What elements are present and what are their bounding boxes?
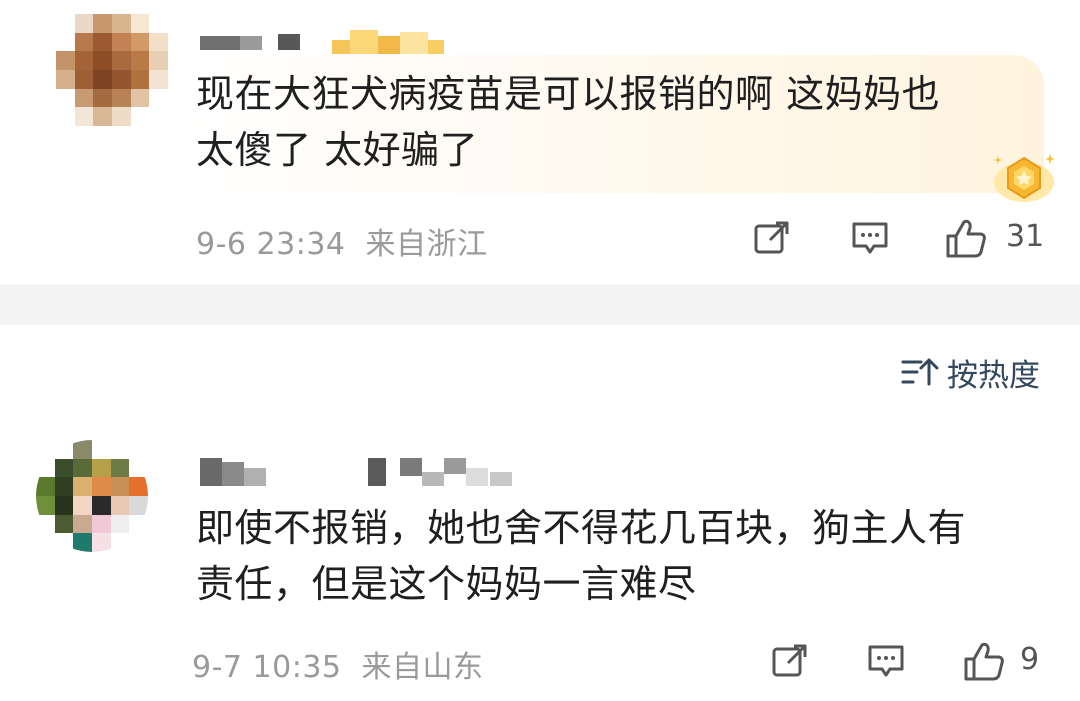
gold-badge-icon	[994, 154, 1055, 202]
share-icon[interactable]	[752, 218, 792, 258]
avatar-mosaic	[36, 440, 148, 552]
comment-text-line: 即使不报销，她也舍不得花几百块，狗主人有	[196, 506, 967, 550]
sort-icon	[901, 358, 939, 386]
like-icon[interactable]	[944, 216, 988, 260]
comment-text-line: 责任，但是这个妈妈一言难尽	[196, 562, 697, 606]
sort-label: 按热度	[947, 357, 1040, 394]
share-icon[interactable]	[770, 641, 810, 681]
like-count: 9	[1020, 642, 1040, 677]
comment-time: 9-7 10:35	[192, 650, 342, 685]
comment-text-line: 现在大狂犬病疫苗是可以报销的啊 这妈妈也	[196, 72, 941, 116]
comment-meta: 9-6 23:34 来自浙江	[196, 219, 488, 263]
like-count: 31	[1006, 219, 1045, 254]
avatar-mosaic	[56, 14, 168, 126]
avatar[interactable]	[56, 14, 168, 126]
like-icon[interactable]	[962, 639, 1006, 683]
username-redacted[interactable]	[200, 458, 520, 486]
comment-location: 来自浙江	[365, 227, 488, 262]
sort-by-heat-button[interactable]: 按热度	[901, 350, 1040, 394]
avatar[interactable]	[36, 440, 148, 552]
comment-time: 9-6 23:34	[196, 227, 346, 262]
comment-icon[interactable]	[850, 218, 890, 258]
comment-meta: 9-7 10:35 来自山东	[192, 642, 484, 686]
username-redacted[interactable]	[200, 28, 450, 54]
comment-text[interactable]: 即使不报销，她也舍不得花几百块，狗主人有 责任，但是这个妈妈一言难尽	[196, 500, 1056, 612]
comment-location: 来自山东	[361, 650, 484, 685]
comment-text[interactable]: 现在大狂犬病疫苗是可以报销的啊 这妈妈也 太傻了 太好骗了	[196, 66, 1026, 178]
section-divider	[0, 285, 1080, 325]
comment-item: 现在大狂犬病疫苗是可以报销的啊 这妈妈也 太傻了 太好骗了 9-6 23:34 …	[0, 0, 1080, 285]
comment-icon[interactable]	[866, 641, 906, 681]
comment-text-line: 太傻了 太好骗了	[196, 128, 479, 172]
